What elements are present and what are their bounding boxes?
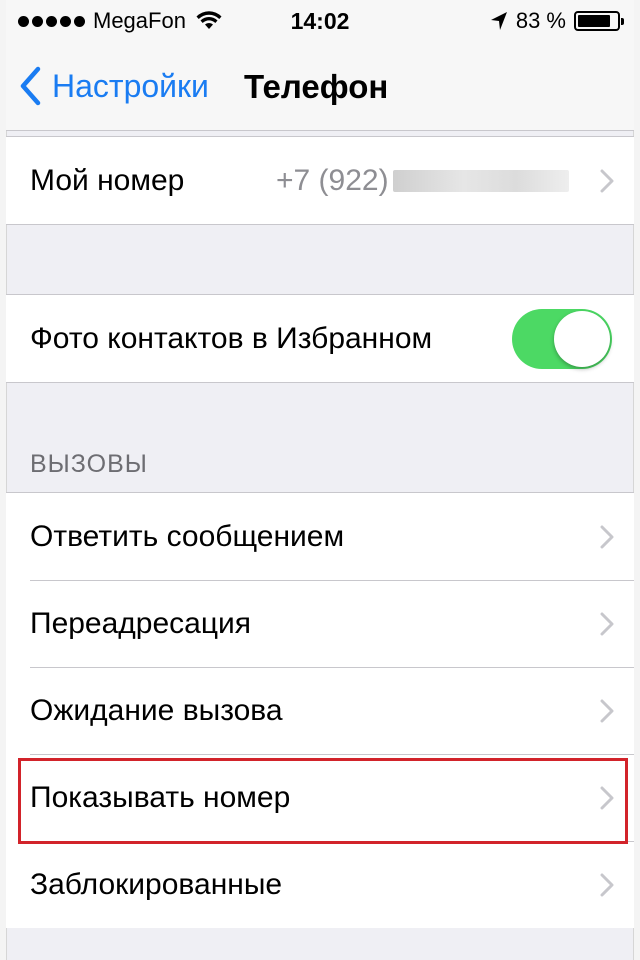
navigation-bar: Настройки Телефон [6,44,634,131]
battery-percent: 83 % [515,8,566,33]
battery-fill [578,15,610,27]
status-right: 83 % [490,8,624,34]
chevron-right-icon [600,169,614,192]
chevron-right-icon [600,873,614,896]
list-item-show-caller-id[interactable]: Показывать номер [6,754,634,841]
my-number-value: +7 (922) [276,164,569,198]
list-item-label: Ожидание вызова [30,693,283,727]
list-item-call-forwarding[interactable]: Переадресация [6,580,634,667]
chevron-right-icon [600,786,614,809]
section-header-calls: ВЫЗОВЫ [30,450,148,478]
favorites-photo-group: Фото контактов в Избранном [6,294,634,383]
my-number-row[interactable]: Мой номер +7 (922) [6,137,634,224]
back-button-label: Настройки [52,67,209,104]
chevron-right-icon [600,525,614,548]
list-item-reply-with-message[interactable]: Ответить сообщением [6,493,634,580]
chevron-left-icon [20,66,41,106]
battery-icon [574,11,624,31]
my-number-text: +7 (922) [276,163,389,197]
favorites-photo-toggle[interactable] [512,308,612,369]
location-arrow-icon [490,12,507,30]
my-number-group: Мой номер +7 (922) [6,136,634,225]
toggle-knob [554,310,610,367]
list-item-label: Показывать номер [30,780,291,814]
frame-right-edge [633,0,640,960]
redacted-number-bar [392,169,569,192]
calls-group: Ответить сообщением Переадресация Ожидан… [6,492,634,928]
chevron-right-icon [600,699,614,722]
my-number-label: Мой номер [30,163,185,197]
list-item-blocked[interactable]: Заблокированные [6,841,634,928]
list-item-label: Ответить сообщением [30,519,345,553]
list-item-label: Переадресация [30,606,252,640]
list-item-call-waiting[interactable]: Ожидание вызова [6,667,634,754]
status-bar: MegaFon 14:02 83 % [6,0,634,44]
chevron-right-icon [600,612,614,635]
back-button[interactable]: Настройки [18,66,209,106]
list-item-label: Заблокированные [30,867,283,901]
screen: MegaFon 14:02 83 % Настройки Телефон Мой… [0,0,640,960]
favorites-photo-row: Фото контактов в Избранном [6,295,634,382]
page-title: Телефон [244,68,389,105]
favorites-photo-label: Фото контактов в Избранном [30,321,433,355]
